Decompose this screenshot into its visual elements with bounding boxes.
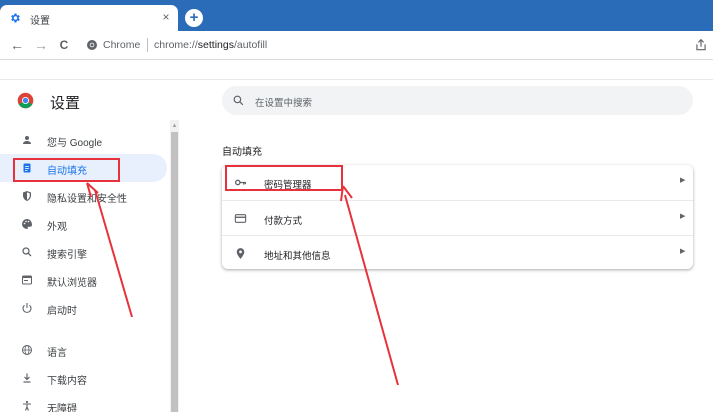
site-name: Chrome [103,39,141,51]
search-icon [22,247,32,257]
reload-icon[interactable]: C [55,36,73,54]
address-bar[interactable]: Chrome chrome://settings/autofill [80,35,680,55]
annotation-highlight-autofill [13,158,120,182]
sidebar-item-label: 启动时 [47,306,77,317]
sidebar-item-appearance[interactable]: 外观 [0,210,167,238]
accessibility-icon [23,400,31,411]
credit-card-icon [234,214,247,223]
forward-arrow-icon[interactable]: → [32,36,50,54]
chevron-right-icon: ▶ [680,248,686,255]
chevron-right-icon: ▶ [680,177,686,184]
tab-title: 设置 [30,16,50,27]
globe-icon [22,345,32,355]
sidebar-item-label: 下载内容 [47,376,87,387]
row-label: 付款方式 [264,216,303,227]
download-icon [23,373,31,383]
sidebar-item-label: 默认浏览器 [47,278,97,289]
page-header-strip [0,60,713,80]
sidebar-item-you-and-google[interactable]: 您与 Google [0,126,167,154]
location-pin-icon [236,248,245,259]
back-arrow-icon[interactable]: ← [8,36,26,54]
payment-methods-row[interactable]: 付款方式 ▶ [222,200,693,234]
sidebar-item-privacy[interactable]: 隐私设置和安全性 [0,182,167,210]
share-icon[interactable] [694,38,708,52]
search-icon [233,95,244,106]
person-icon [23,136,31,144]
scrollbar-thumb[interactable] [171,132,178,412]
chrome-icon [87,40,97,50]
sidebar-item-on-startup[interactable]: 启动时 [0,294,167,322]
power-icon [22,303,32,313]
search-input[interactable]: 在设置中搜索 [222,86,693,115]
addresses-row[interactable]: 地址和其他信息 ▶ [222,235,693,269]
browser-icon [22,275,32,285]
sidebar-item-label: 外观 [47,222,67,233]
sidebar-item-downloads[interactable]: 下载内容 [0,364,167,392]
toolbar: ← → C Chrome chrome://settings/autofill [0,31,713,60]
section-title: 自动填充 [222,147,262,158]
sidebar-item-label: 语言 [47,348,67,359]
gear-icon [11,13,20,23]
sidebar-item-label: 搜索引擎 [47,250,87,261]
chrome-logo-icon [17,92,34,109]
palette-icon [22,219,32,229]
scroll-up-icon[interactable]: ▲ [171,122,178,130]
sidebar-item-default-browser[interactable]: 默认浏览器 [0,266,167,294]
sidebar-item-accessibility[interactable]: 无障碍 [0,392,167,412]
annotation-highlight-password-manager [225,165,343,191]
close-icon[interactable]: × [160,11,172,23]
chevron-right-icon: ▶ [680,213,686,220]
row-label: 地址和其他信息 [264,251,331,262]
divider [147,38,148,52]
page-title: 设置 [50,95,81,112]
new-tab-button[interactable]: + [185,9,203,27]
url-text: chrome://settings/autofill [154,39,268,51]
sidebar-item-label: 您与 Google [47,138,103,149]
tab-settings[interactable]: 设置 × [0,5,178,31]
search-placeholder: 在设置中搜索 [255,98,313,109]
tab-strip: 设置 × + [0,0,713,31]
sidebar-item-label: 隐私设置和安全性 [47,194,127,205]
sidebar-item-label: 无障碍 [47,404,77,412]
sidebar-item-search-engine[interactable]: 搜索引擎 [0,238,167,266]
sidebar-item-languages[interactable]: 语言 [0,336,167,364]
shield-icon [23,191,31,201]
